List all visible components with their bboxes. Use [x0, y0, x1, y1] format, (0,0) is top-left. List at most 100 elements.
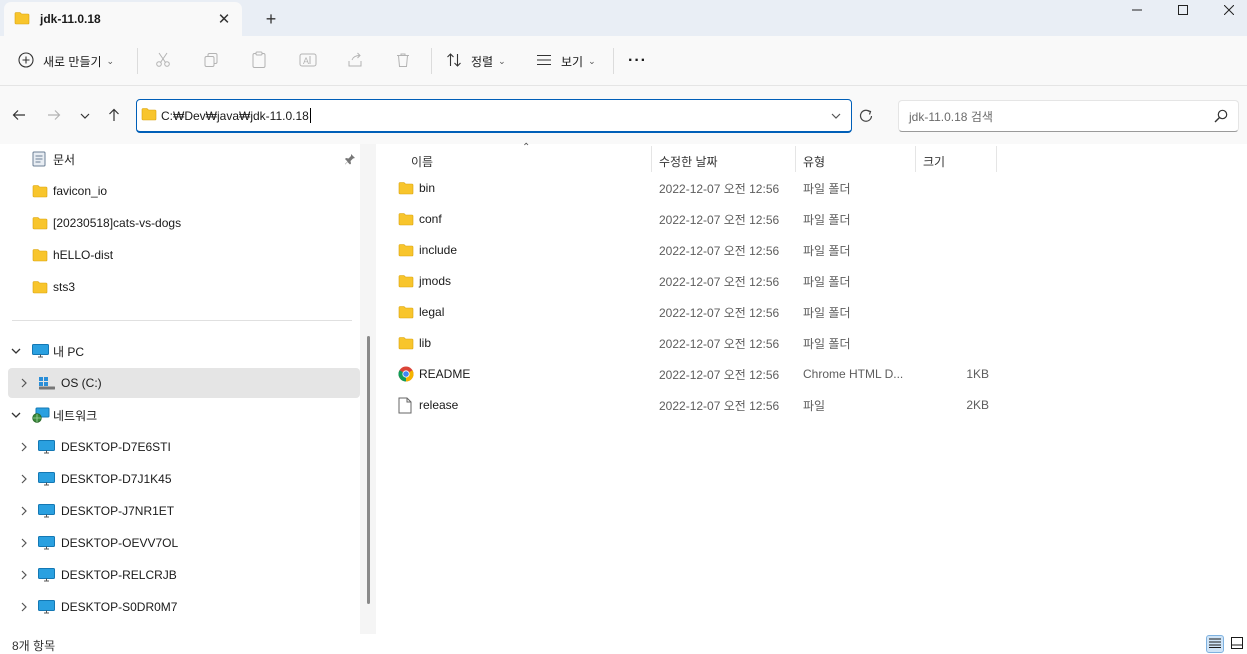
- table-row[interactable]: jmods 2022-12-07 오전 12:56 파일 폴더: [390, 266, 1220, 296]
- computer-icon: [38, 568, 55, 585]
- view-list-icon: [536, 53, 552, 70]
- chevron-down-icon[interactable]: [831, 109, 841, 123]
- sidebar-item-documents[interactable]: 문서: [8, 144, 360, 174]
- file-size: 1KB: [966, 367, 989, 381]
- rename-button[interactable]: A: [299, 48, 317, 74]
- computer-icon: [38, 536, 55, 553]
- sidebar-item-favicon-io[interactable]: favicon_io: [8, 176, 360, 206]
- file-name: jmods: [419, 274, 452, 288]
- network-icon: [32, 407, 50, 426]
- toolbar-divider: [613, 48, 614, 74]
- cut-button[interactable]: [155, 48, 171, 74]
- maximize-button[interactable]: [1160, 0, 1206, 20]
- address-bar[interactable]: C:₩Dev₩java₩jdk-11.0.18: [136, 99, 852, 133]
- file-size: [920, 235, 989, 265]
- column-divider[interactable]: [915, 146, 916, 172]
- refresh-button[interactable]: [858, 108, 876, 126]
- up-button[interactable]: [105, 107, 123, 125]
- minimize-button[interactable]: [1114, 0, 1160, 20]
- folder-icon: [32, 184, 48, 201]
- sidebar-item-this-pc[interactable]: 내 PC: [8, 336, 360, 366]
- sidebar-item-computer[interactable]: DESKTOP-S0DR0M7: [8, 592, 360, 622]
- search-icon[interactable]: [1214, 109, 1228, 126]
- column-divider[interactable]: [795, 146, 796, 172]
- copy-button[interactable]: [203, 48, 219, 74]
- pin-icon[interactable]: [344, 153, 356, 168]
- chevron-down-icon[interactable]: [10, 345, 22, 357]
- sort-button[interactable]: 정렬 ⌄: [446, 48, 506, 74]
- copy-icon: [203, 52, 219, 71]
- sidebar-item-computer[interactable]: DESKTOP-OEVV7OL: [8, 528, 360, 558]
- chevron-right-icon[interactable]: [18, 441, 30, 453]
- computer-icon: [38, 504, 55, 521]
- document-icon: [32, 151, 46, 170]
- table-row[interactable]: conf 2022-12-07 오전 12:56 파일 폴더: [390, 204, 1220, 234]
- new-tab-button[interactable]: +: [260, 8, 282, 30]
- column-header-size[interactable]: 크기: [923, 148, 945, 174]
- table-row[interactable]: README 2022-12-07 오전 12:56 Chrome HTML D…: [390, 359, 1220, 389]
- sidebar-item-cats-vs-dogs[interactable]: [20230518]cats-vs-dogs: [8, 208, 360, 238]
- sidebar-item-computer[interactable]: DESKTOP-J7NR1ET: [8, 496, 360, 526]
- sidebar-item-computer[interactable]: DESKTOP-D7J1K45: [8, 464, 360, 494]
- sidebar-item-sts3[interactable]: sts3: [8, 272, 360, 302]
- more-options-button[interactable]: ···: [628, 48, 647, 74]
- scrollbar-thumb[interactable]: [367, 336, 370, 604]
- details-view-button[interactable]: [1206, 635, 1224, 653]
- back-button[interactable]: [10, 107, 28, 125]
- forward-button[interactable]: [45, 107, 63, 125]
- column-divider[interactable]: [996, 146, 997, 172]
- chevron-right-icon[interactable]: [18, 569, 30, 581]
- table-row[interactable]: release 2022-12-07 오전 12:56 파일 2KB: [390, 390, 1220, 420]
- chevron-down-icon: ⌄: [106, 55, 115, 66]
- file-name: legal: [419, 305, 445, 319]
- chevron-down-icon[interactable]: [10, 409, 22, 421]
- paste-button[interactable]: [251, 48, 267, 74]
- close-tab-button[interactable]: ✕: [214, 9, 234, 29]
- chevron-right-icon[interactable]: [18, 473, 30, 485]
- sidebar-item-label: DESKTOP-D7J1K45: [61, 472, 172, 486]
- table-row[interactable]: bin 2022-12-07 오전 12:56 파일 폴더: [390, 173, 1220, 203]
- arrow-right-icon: [47, 109, 61, 124]
- tab-jdk[interactable]: jdk-11.0.18 ✕: [4, 2, 242, 36]
- table-row[interactable]: legal 2022-12-07 오전 12:56 파일 폴더: [390, 297, 1220, 327]
- sidebar-item-computer[interactable]: DESKTOP-D7E6STI: [8, 432, 360, 462]
- recent-locations-button[interactable]: [76, 107, 94, 125]
- view-button[interactable]: 보기 ⌄: [536, 48, 596, 74]
- chevron-right-icon[interactable]: [18, 377, 30, 389]
- chevron-down-icon: [80, 109, 90, 123]
- new-button[interactable]: 새로 만들기 ⌄: [18, 48, 114, 74]
- table-row[interactable]: include 2022-12-07 오전 12:56 파일 폴더: [390, 235, 1220, 265]
- sidebar-item-label: 내 PC: [53, 344, 85, 359]
- sidebar-item-network[interactable]: 네트워크: [8, 400, 360, 430]
- rename-icon: A: [299, 52, 317, 71]
- table-row[interactable]: lib 2022-12-07 오전 12:56 파일 폴더: [390, 328, 1220, 358]
- column-header-name[interactable]: 이름: [411, 148, 433, 174]
- command-bar: 새로 만들기 ⌄ A 정렬 ⌄ 보기 ⌄ ···: [0, 36, 1247, 86]
- chevron-right-icon[interactable]: [18, 601, 30, 613]
- file-type: 파일 폴더: [803, 305, 851, 320]
- file-date: 2022-12-07 오전 12:56: [659, 398, 780, 413]
- sidebar-item-computer[interactable]: DESKTOP-RELCRJB: [8, 560, 360, 590]
- sidebar-item-hello-dist[interactable]: hELLO-dist: [8, 240, 360, 270]
- sidebar-item-os-drive[interactable]: OS (C:): [8, 368, 360, 398]
- file-name: release: [419, 398, 459, 412]
- tiles-view-button[interactable]: [1228, 635, 1246, 653]
- file-size: [920, 173, 989, 203]
- chevron-right-icon[interactable]: [18, 537, 30, 549]
- computer-icon: [38, 440, 55, 457]
- status-bar: 8개 항목: [0, 634, 1247, 654]
- share-button[interactable]: [347, 48, 363, 74]
- file-name: README: [419, 367, 471, 381]
- column-divider[interactable]: [651, 146, 652, 172]
- search-box[interactable]: jdk-11.0.18 검색: [898, 100, 1239, 132]
- file-date: 2022-12-07 오전 12:56: [659, 212, 780, 227]
- sidebar-scrollbar[interactable]: [360, 144, 376, 634]
- close-window-button[interactable]: [1206, 0, 1247, 20]
- column-header-type[interactable]: 유형: [803, 148, 825, 174]
- chevron-right-icon[interactable]: [18, 505, 30, 517]
- column-header-date[interactable]: 수정한 날짜: [659, 148, 718, 174]
- navigation-row: C:₩Dev₩java₩jdk-11.0.18 jdk-11.0.18 검색: [0, 86, 1247, 144]
- sidebar-item-label: DESKTOP-S0DR0M7: [61, 600, 178, 614]
- folder-icon: [398, 235, 416, 265]
- delete-button[interactable]: [395, 48, 411, 74]
